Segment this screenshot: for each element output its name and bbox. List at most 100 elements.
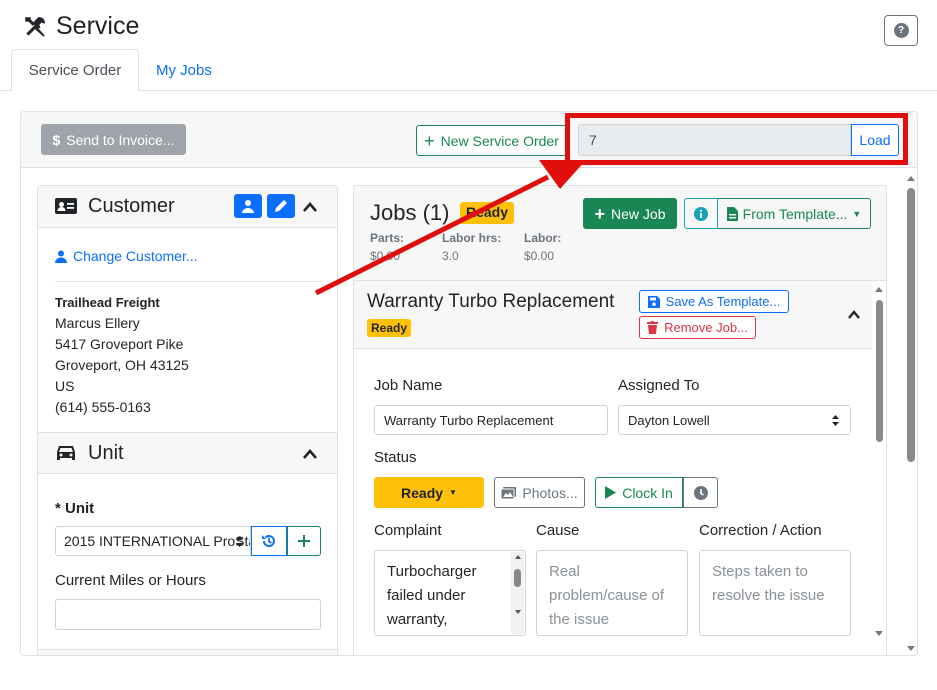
annotation-highlight-box [565,113,908,165]
new-job-button[interactable]: + New Job [583,198,677,229]
next-section-header [38,649,337,655]
dollar-icon: $ [52,131,61,148]
assigned-to-select[interactable]: Dayton Lowell [618,405,851,435]
user-icon [55,250,67,263]
tab-service-order[interactable]: Service Order [11,49,139,92]
labor-hrs-value: 3.0 [442,249,459,263]
clock-in-label: Clock In [622,484,673,501]
customer-collapse-chevron-icon[interactable] [301,198,319,216]
complaint-textarea[interactable]: Turbocharger failed under warranty, [374,550,526,636]
unit-title: Unit [54,441,124,465]
photos-label: Photos... [522,484,578,501]
trash-icon [647,321,659,334]
cause-textarea[interactable]: Real problem/cause of the issue [536,550,688,636]
photos-button[interactable]: Photos... [494,477,585,508]
images-icon [501,486,517,499]
job-panel-scrollbar[interactable] [872,281,886,639]
jobs-title: Jobs (1) [370,200,450,225]
id-card-icon [55,198,77,214]
job-name-label: Job Name [374,377,443,394]
page-title: Service [22,12,139,41]
pencil-icon [275,200,287,212]
assigned-to-value: Dayton Lowell [628,412,710,428]
help-button[interactable]: ? [884,15,918,46]
floppy-icon [647,295,660,308]
customer-card-header: Customer [38,186,337,228]
status-label: Status [374,449,417,466]
jobs-card-header: Jobs (1) Ready Parts: $0.00 Labor hrs: 3… [354,186,886,281]
status-dropdown-button[interactable]: Ready ▼ [374,477,484,508]
new-job-label: New Job [611,205,666,222]
job-status-badge: Ready [367,319,412,337]
info-button[interactable] [684,198,718,229]
miles-field-label: Current Miles or Hours [55,572,206,589]
job-title: Warranty Turbo Replacement [367,291,615,312]
status-value: Ready [401,484,444,501]
from-template-button[interactable]: From Template... ▼ [718,198,871,229]
unit-history-button[interactable] [251,526,287,556]
question-icon: ? [893,23,909,38]
unit-select[interactable]: 2015 INTERNATIONAL ProStar [55,526,251,556]
correction-textarea[interactable]: Steps taken to resolve the issue [699,550,851,636]
time-history-button[interactable] [683,477,718,508]
template-group: From Template... ▼ [684,198,871,229]
correction-label: Correction / Action [699,522,822,539]
tab-my-jobs[interactable]: My Jobs [140,49,228,91]
clock-icon [693,485,708,500]
unit-field-label: * Unit [55,500,95,517]
user-icon [242,200,254,213]
customer-divider [55,281,322,282]
complaint-text: Turbocharger failed under warranty, [387,563,477,628]
customer-card: Customer Change Customer... Trailhead Fr… [37,185,338,655]
assigned-to-label: Assigned To [618,377,700,394]
cause-label: Cause [536,522,580,539]
new-service-order-button[interactable]: + New Service Order [416,125,567,156]
labor-value: $0.00 [524,249,555,263]
customer-city: Groveport, OH 43125 [55,357,189,373]
jobs-status-badge: Ready [460,202,515,224]
send-to-invoice-button[interactable]: $ Send to Invoice... [41,124,186,155]
job-form: Job Name Warranty Turbo Replacement Assi… [354,349,872,655]
car-icon [57,446,75,460]
remove-job-label: Remove Job... [664,320,748,335]
play-icon [605,486,617,499]
customer-address: Trailhead Freight Marcus Ellery 5417 Gro… [55,292,189,418]
job-collapse-chevron-icon[interactable] [845,306,863,324]
save-as-template-label: Save As Template... [665,294,781,309]
send-to-invoice-label: Send to Invoice... [66,131,175,148]
textarea-scrollbar[interactable] [511,552,524,634]
history-icon [262,535,275,548]
unit-collapse-chevron-icon[interactable] [301,445,319,463]
tab-bar: Service Order My Jobs [0,49,937,92]
add-unit-button[interactable] [287,526,321,556]
unit-title-text: Unit [88,441,124,464]
save-as-template-button[interactable]: Save As Template... [639,290,789,313]
change-customer-link[interactable]: Change Customer... [55,248,198,264]
remove-job-button[interactable]: Remove Job... [639,316,756,339]
clock-in-button[interactable]: Clock In [595,477,683,508]
customer-view-button[interactable] [234,194,262,218]
customer-title-text: Customer [88,194,175,217]
plus-icon [298,535,310,547]
info-icon [694,206,708,221]
customer-country: US [55,378,75,394]
labor-label: Labor: [524,231,562,245]
app-title-text: Service [56,12,140,40]
labor-hrs-stat: Labor hrs: 3.0 [442,231,501,263]
from-template-label: From Template... [742,205,848,222]
new-service-order-label: New Service Order [440,132,559,149]
job-name-input[interactable]: Warranty Turbo Replacement [374,405,608,435]
complaint-label: Complaint [374,522,442,539]
caret-down-icon: ▼ [852,208,862,219]
jobs-card: Jobs (1) Ready Parts: $0.00 Labor hrs: 3… [353,185,887,655]
customer-title: Customer [54,194,175,218]
parts-stat: Parts: $0.00 [370,231,404,263]
labor-stat: Labor: $0.00 [524,231,561,263]
wrench-screwdriver-icon [25,16,45,37]
change-customer-label: Change Customer... [73,248,198,264]
customer-edit-button[interactable] [267,194,295,218]
page-scrollbar[interactable] [904,172,917,655]
select-arrows-icon [831,414,840,430]
parts-value: $0.00 [370,249,401,263]
miles-input[interactable] [55,599,321,630]
